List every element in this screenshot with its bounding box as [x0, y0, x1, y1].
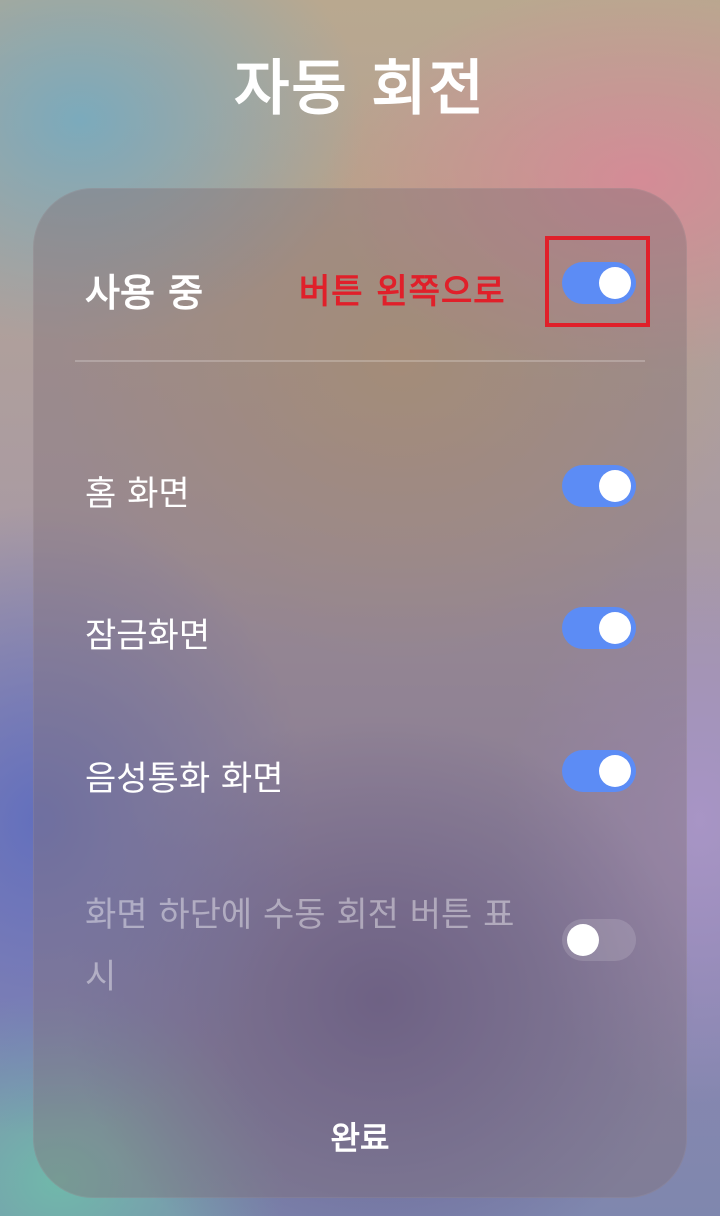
toggle-knob: [599, 470, 631, 502]
setting-label-voice-call: 음성통화 화면: [85, 759, 284, 799]
setting-label-manual-rotate-button: 화면 하단에 수동 회전 버튼 표시: [85, 895, 515, 997]
home-screen-toggle[interactable]: [562, 465, 636, 507]
toggle-knob: [599, 612, 631, 644]
setting-label-master: 사용 중: [85, 271, 204, 315]
toggle-knob: [599, 755, 631, 787]
settings-panel: [33, 188, 687, 1198]
lock-screen-toggle[interactable]: [562, 607, 636, 649]
annotation-highlight-box: [545, 236, 650, 327]
annotation-text: 버튼 왼쪽으로: [299, 272, 506, 312]
auto-rotate-screen: 자동 회전 사용 중 버튼 왼쪽으로 홈 화면 잠금화면 음성통화 화면 화면 …: [0, 0, 720, 1216]
manual-rotate-button-toggle: [562, 919, 636, 961]
voice-call-toggle[interactable]: [562, 750, 636, 792]
setting-label-home-screen: 홈 화면: [85, 474, 190, 514]
done-button[interactable]: 완료: [260, 1110, 460, 1166]
setting-label-lock-screen: 잠금화면: [85, 616, 211, 656]
divider: [75, 360, 645, 362]
page-title: 자동 회전: [234, 54, 486, 124]
toggle-knob: [567, 924, 599, 956]
